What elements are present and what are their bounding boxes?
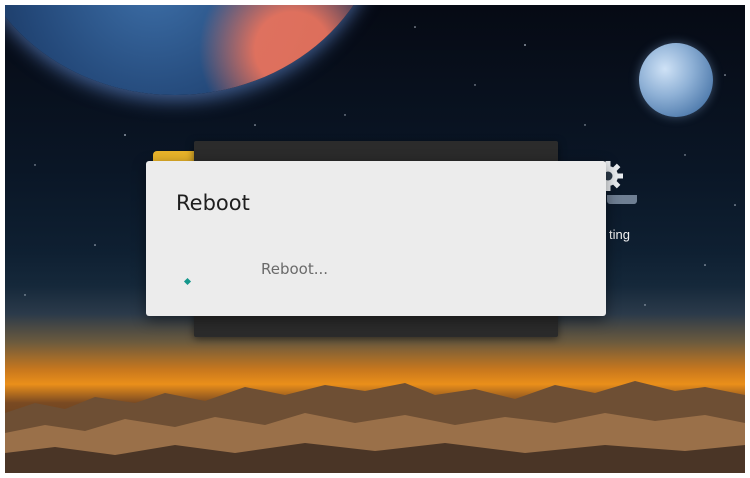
moon-illustration xyxy=(639,43,713,117)
setting-app-label[interactable]: ting xyxy=(609,227,630,242)
dialog-title: Reboot xyxy=(176,191,250,215)
reboot-dialog: Reboot Reboot... xyxy=(146,161,606,316)
progress-spinner-icon xyxy=(183,277,192,286)
gear-icon-base xyxy=(607,195,637,204)
dialog-message: Reboot... xyxy=(261,260,329,278)
desert-rocks xyxy=(5,381,745,473)
wallpaper: ting Reboot Reboot... xyxy=(5,5,745,473)
